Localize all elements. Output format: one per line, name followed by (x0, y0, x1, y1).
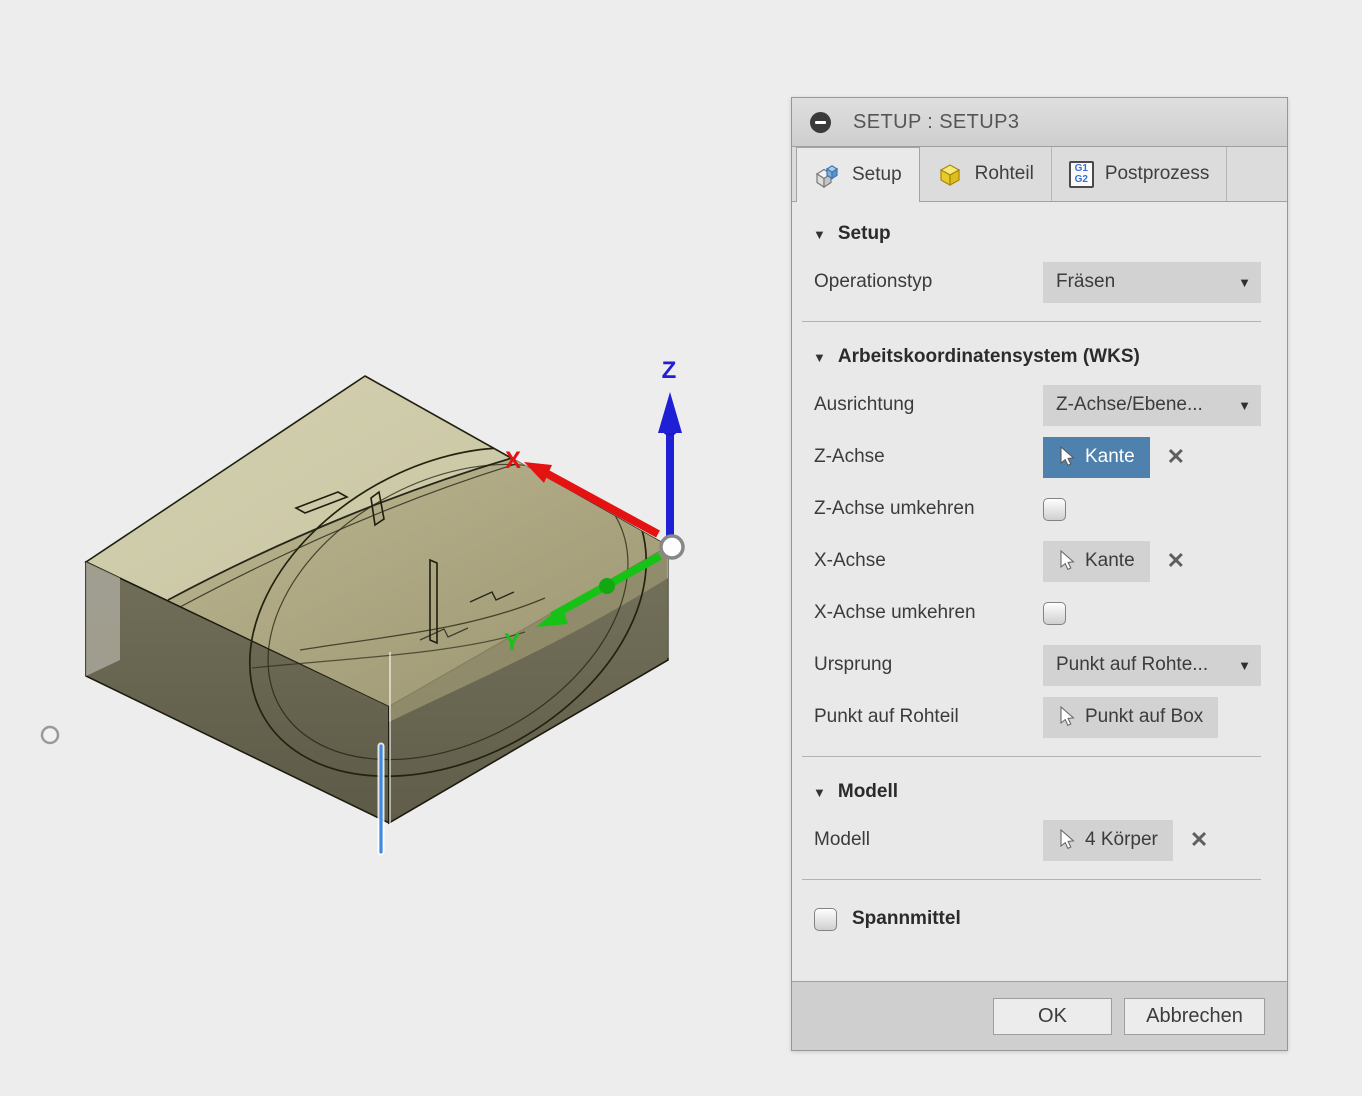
collapse-triangle-icon[interactable]: ▼ (813, 785, 826, 800)
divider (802, 756, 1261, 757)
dialog-title: SETUP : SETUP3 (853, 111, 1019, 134)
cursor-icon (1058, 706, 1076, 728)
row-ursprung: Ursprung Punkt auf Rohte... ▼ (792, 639, 1287, 691)
row-z-achse: Z-Achse Kante ✕ (792, 431, 1287, 483)
ursprung-dropdown[interactable]: Punkt auf Rohte... ▼ (1043, 645, 1261, 686)
dialog-titlebar[interactable]: SETUP : SETUP3 (792, 98, 1287, 147)
setup-dialog: SETUP : SETUP3 Setup Rohteil G1G (791, 97, 1288, 1051)
x-achse-select-button[interactable]: Kante (1043, 541, 1150, 582)
modell-label: Modell (814, 829, 1043, 851)
z-achse-clear-icon[interactable]: ✕ (1167, 444, 1185, 470)
operationstyp-label: Operationstyp (814, 271, 1043, 293)
x-achse-umkehren-label: X-Achse umkehren (814, 602, 1043, 624)
tab-setup[interactable]: Setup (796, 147, 920, 202)
spannmittel-label: Spannmittel (852, 908, 961, 930)
tab-rohteil-label: Rohteil (975, 163, 1034, 185)
punkt-auf-rohteil-label: Punkt auf Rohteil (814, 706, 1043, 728)
z-achse-umkehren-label: Z-Achse umkehren (814, 498, 1043, 520)
x-achse-clear-icon[interactable]: ✕ (1167, 548, 1185, 574)
x-achse-label: X-Achse (814, 550, 1043, 572)
chevron-down-icon: ▼ (1238, 275, 1251, 290)
ausrichtung-label: Ausrichtung (814, 394, 1043, 416)
gcode-icon: G1G2 (1069, 161, 1094, 188)
cursor-icon (1058, 446, 1076, 468)
z-achse-select-button[interactable]: Kante (1043, 437, 1150, 478)
punkt-auf-rohteil-select-button[interactable]: Punkt auf Box (1043, 697, 1218, 738)
dialog-footer: OK Abbrechen (792, 981, 1287, 1050)
tab-postprozess-label: Postprozess (1105, 163, 1210, 185)
y-axis-handle[interactable] (599, 578, 615, 594)
model-left-highlight (86, 562, 120, 676)
modell-clear-icon[interactable]: ✕ (1190, 827, 1208, 853)
collapse-triangle-icon[interactable]: ▼ (813, 227, 826, 242)
row-ausrichtung: Ausrichtung Z-Achse/Ebene... ▼ (792, 379, 1287, 431)
setup-cubes-icon (814, 162, 841, 189)
z-axis-label: Z (662, 357, 677, 384)
z-axis-arrowhead[interactable] (658, 392, 682, 433)
row-x-achse: X-Achse Kante ✕ (792, 535, 1287, 587)
tab-rohteil[interactable]: Rohteil (920, 147, 1052, 201)
z-achse-label: Z-Achse (814, 446, 1043, 468)
dialog-body: ▼ Setup Operationstyp Fräsen ▼ ▼ Arbeits… (792, 212, 1287, 945)
origin-point[interactable] (661, 536, 683, 558)
chevron-down-icon: ▼ (1238, 398, 1251, 413)
section-header-wks[interactable]: ▼ Arbeitskoordinatensystem (WKS) (792, 335, 1287, 379)
divider (802, 321, 1261, 322)
section-header-modell[interactable]: ▼ Modell (792, 770, 1287, 814)
section-header-setup[interactable]: ▼ Setup (792, 212, 1287, 256)
modell-select-button[interactable]: 4 Körper (1043, 820, 1173, 861)
cursor-icon (1058, 550, 1076, 572)
spannmittel-checkbox[interactable] (814, 908, 837, 931)
viewport-point[interactable] (42, 727, 58, 743)
operationstyp-dropdown[interactable]: Fräsen ▼ (1043, 262, 1261, 303)
cursor-icon (1058, 829, 1076, 851)
stock-cube-icon (937, 161, 964, 188)
section-title: Modell (838, 781, 898, 803)
model-body[interactable] (86, 376, 704, 843)
collapse-triangle-icon[interactable]: ▼ (813, 350, 826, 365)
section-title: Arbeitskoordinatensystem (WKS) (838, 346, 1140, 368)
ursprung-label: Ursprung (814, 654, 1043, 676)
tab-setup-label: Setup (852, 164, 902, 186)
chevron-down-icon: ▼ (1238, 658, 1251, 673)
row-z-achse-umkehren: Z-Achse umkehren (792, 483, 1287, 535)
collapse-dialog-icon[interactable] (810, 112, 831, 133)
section-title: Setup (838, 223, 891, 245)
x-achse-umkehren-checkbox[interactable] (1043, 602, 1066, 625)
ok-button[interactable]: OK (993, 998, 1112, 1035)
tab-postprozess[interactable]: G1G2 Postprozess (1052, 147, 1228, 201)
row-punkt-auf-rohteil: Punkt auf Rohteil Punkt auf Box (792, 691, 1287, 743)
x-axis-label: X (505, 447, 521, 474)
z-achse-umkehren-checkbox[interactable] (1043, 498, 1066, 521)
ausrichtung-dropdown[interactable]: Z-Achse/Ebene... ▼ (1043, 385, 1261, 426)
divider (802, 879, 1261, 880)
y-axis-label: Y (504, 629, 520, 656)
row-modell: Modell 4 Körper ✕ (792, 814, 1287, 866)
row-spannmittel: Spannmittel (792, 893, 1287, 945)
row-x-achse-umkehren: X-Achse umkehren (792, 587, 1287, 639)
cancel-button[interactable]: Abbrechen (1124, 998, 1265, 1035)
row-operationstyp: Operationstyp Fräsen ▼ (792, 256, 1287, 308)
tabstrip: Setup Rohteil G1G2 Postprozess (792, 147, 1287, 202)
